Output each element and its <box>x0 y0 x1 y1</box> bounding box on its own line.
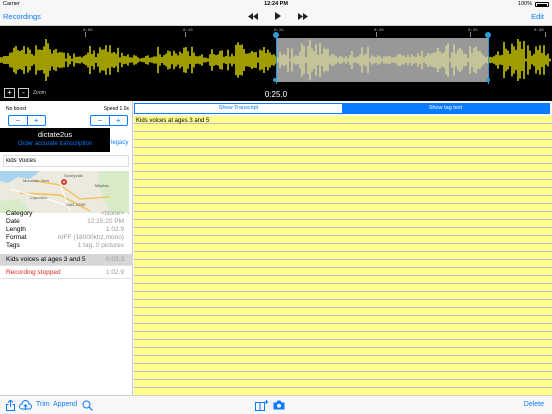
ruler-tick-label: 0:05 <box>83 29 93 33</box>
tag-text-area[interactable]: Kids voices at ages 3 and 5 <box>134 116 552 395</box>
selection-end-knob[interactable] <box>485 32 491 38</box>
info-key: Date <box>6 218 20 225</box>
info-row-format: Format AIFF (16000khz,mono) <box>0 234 133 242</box>
location-map[interactable]: Mountain View Sunnyvale SAN JOSE Cuperti… <box>0 171 129 213</box>
info-value: <None> <box>100 210 124 217</box>
notes-panel: Show Transcript Show tag text Kids voice… <box>134 101 552 395</box>
share-icon[interactable] <box>6 400 15 411</box>
selection-start-knob[interactable] <box>273 32 279 38</box>
status-time: 12:24 PM <box>264 1 288 7</box>
event-title: Recording stopped <box>6 269 61 276</box>
selection-end-handle[interactable] <box>488 34 489 84</box>
add-bookmark-icon[interactable] <box>255 400 269 411</box>
map-label: Milpitas <box>95 183 109 188</box>
info-value: 1:02.9 <box>105 226 124 233</box>
view-segmented-control[interactable]: Show Transcript Show tag text <box>134 103 550 114</box>
map-label: Cupertino <box>30 195 48 200</box>
info-key: Tags <box>6 242 20 249</box>
speed-label: Speed 1.0x <box>103 106 129 112</box>
search-icon[interactable] <box>82 400 93 411</box>
boost-label: No boost <box>6 106 27 112</box>
info-value: 12:15:20 PM <box>87 218 124 225</box>
battery-icon <box>535 2 549 7</box>
edit-button[interactable]: Edit <box>531 12 544 21</box>
recording-info-list: Category <None> › Date 12:15:20 PM Lengt… <box>0 210 133 250</box>
tab-show-tag-text[interactable]: Show tag text <box>342 104 549 113</box>
tab-show-transcript[interactable]: Show Transcript <box>135 104 342 113</box>
ruler-tick <box>545 32 546 37</box>
status-bar: Carrier 12:24 PM 100% <box>0 0 552 8</box>
chevron-right-icon: › <box>127 210 130 217</box>
promo-title: dictate2us <box>37 130 73 139</box>
waveform-view[interactable]: 0:05 0:10 0:15 0:20 0:25 0:30 + - Zoom 0… <box>0 26 552 101</box>
info-key: Length <box>6 226 26 233</box>
delete-button[interactable]: Delete <box>524 401 544 408</box>
legacy-link[interactable]: legacy <box>111 140 128 146</box>
dictate2us-banner[interactable]: dictate2us Order accurate transcription <box>0 128 110 152</box>
boost-decrease-button[interactable]: − <box>9 116 28 125</box>
boost-stepper[interactable]: − + <box>8 115 46 126</box>
event-title: Kids voices at ages 3 and 5 <box>6 256 86 263</box>
speed-stepper[interactable]: − + <box>90 115 128 126</box>
recording-details-panel: No boost Speed 1.0x − + − + dictate2us O… <box>0 101 133 395</box>
map-label: Sunnyvale <box>64 173 83 178</box>
info-row-category[interactable]: Category <None> › <box>0 210 133 218</box>
recordings-back-button[interactable]: Recordings <box>3 12 41 21</box>
navigation-bar: Recordings Edit <box>0 8 552 26</box>
recording-title-field[interactable] <box>3 155 129 167</box>
selection-start-handle[interactable] <box>276 34 277 84</box>
map-label: SAN JOSE <box>66 202 86 207</box>
info-row-length: Length 1:02.9 <box>0 226 133 234</box>
cloud-upload-icon[interactable] <box>19 400 32 411</box>
info-row-tags: Tags 1 tag, 0 pictures <box>0 242 133 250</box>
speed-decrease-button[interactable]: − <box>91 116 110 125</box>
event-row-stopped[interactable]: Recording stopped 1:02.9 <box>0 267 133 279</box>
rewind-icon[interactable] <box>248 12 258 22</box>
play-icon[interactable] <box>275 12 281 22</box>
info-key: Format <box>6 234 27 241</box>
info-row-date: Date 12:15:20 PM <box>0 218 133 226</box>
info-value: AIFF (16000khz,mono) <box>57 234 124 241</box>
event-row-tag[interactable]: Kids voices at ages 3 and 5 0:03.3 <box>0 254 133 266</box>
info-key: Category <box>6 210 33 217</box>
event-time: 0:03.3 <box>105 256 124 263</box>
fast-forward-icon[interactable] <box>298 12 308 22</box>
selection-region[interactable] <box>276 38 488 82</box>
bottom-toolbar: Trim Append Delete <box>0 395 552 414</box>
ruler-tick-label: 0:10 <box>183 29 193 33</box>
camera-icon[interactable] <box>273 400 285 410</box>
playhead-time: 0:25.0 <box>264 90 288 99</box>
trim-button[interactable]: Trim <box>36 401 50 408</box>
speed-increase-button[interactable]: + <box>110 116 128 125</box>
append-button[interactable]: Append <box>53 401 77 408</box>
info-value: 1 tag, 0 pictures <box>77 242 124 249</box>
transport-controls <box>248 11 308 23</box>
selection-start-bottom-knob[interactable] <box>273 78 277 82</box>
map-label: Mountain View <box>23 178 50 183</box>
event-time: 1:02.9 <box>105 269 124 276</box>
boost-increase-button[interactable]: + <box>28 116 46 125</box>
ruler-tick-label: 0:25 <box>468 29 478 33</box>
battery-percent: 100% <box>517 1 532 7</box>
order-transcription-link[interactable]: Order accurate transcription <box>0 141 110 147</box>
selection-end-bottom-knob[interactable] <box>486 78 490 82</box>
ruler-tick-label: 0:20 <box>374 29 384 33</box>
tag-text-content: Kids voices at ages 3 and 5 <box>136 118 210 124</box>
ruler-tick-label: 0:30 <box>534 29 544 33</box>
